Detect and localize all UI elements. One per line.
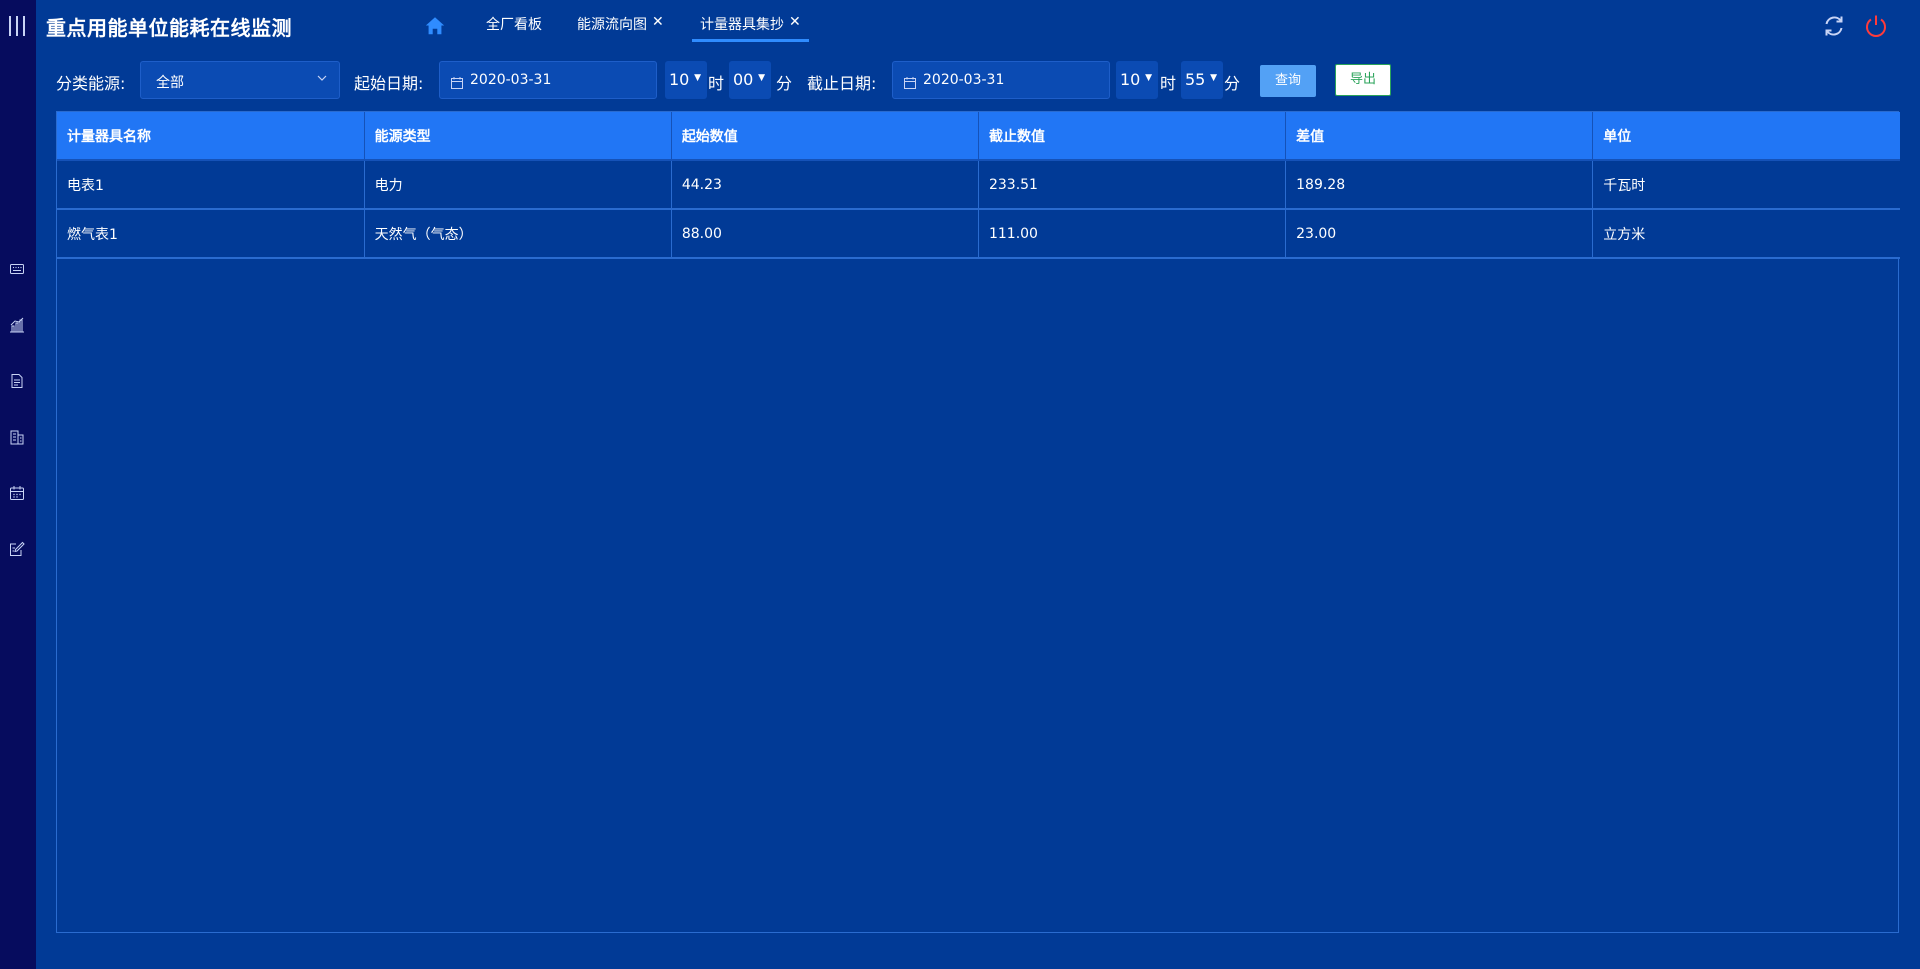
- caret-down-icon: ▼: [1210, 73, 1217, 83]
- caret-down-icon: ▼: [758, 73, 765, 83]
- bar-chart-icon[interactable]: [9, 317, 25, 333]
- table-cell: 立方米: [1592, 209, 1900, 259]
- end-hour-select[interactable]: 10 ▼: [1116, 61, 1158, 99]
- tab-label: 能源流向图: [577, 17, 647, 33]
- query-button[interactable]: 查询: [1260, 65, 1316, 97]
- hour-unit-label: 时: [708, 74, 725, 93]
- table-cell: 电力: [364, 160, 672, 210]
- refresh-icon[interactable]: [1822, 14, 1846, 38]
- end-minute-value: 55: [1185, 70, 1206, 89]
- column-header[interactable]: 单位: [1592, 112, 1900, 161]
- column-header[interactable]: 计量器具名称: [57, 112, 365, 161]
- start-date-value: 2020-03-31: [470, 72, 552, 88]
- document-icon[interactable]: [9, 373, 25, 389]
- category-label: 分类能源:: [56, 74, 126, 93]
- start-minute-select[interactable]: 00 ▼: [729, 61, 771, 99]
- building-icon[interactable]: [9, 429, 25, 445]
- sidebar: [0, 0, 36, 969]
- tab-meter-reading[interactable]: 计量器具集抄 ✕: [692, 14, 809, 42]
- keyboard-icon[interactable]: [9, 261, 25, 277]
- table-header-row: 计量器具名称 能源类型 起始数值 截止数值 差值 单位: [57, 112, 1900, 161]
- table-cell: 天然气（气态）: [364, 209, 672, 259]
- calendar-icon: [451, 74, 463, 89]
- column-header[interactable]: 能源类型: [364, 112, 672, 161]
- caret-down-icon: ▼: [1145, 73, 1152, 83]
- hour-unit-label: 时: [1160, 74, 1177, 93]
- end-date-value: 2020-03-31: [923, 72, 1005, 88]
- chevron-down-icon: [315, 70, 329, 84]
- start-hour-select[interactable]: 10 ▼: [665, 61, 707, 99]
- column-header[interactable]: 差值: [1285, 112, 1594, 161]
- table-cell: 燃气表1: [57, 209, 365, 259]
- table-cell: 44.23: [671, 160, 979, 210]
- table-cell: 233.51: [978, 160, 1287, 210]
- calendar-icon: [904, 74, 916, 89]
- end-date-picker[interactable]: 2020-03-31: [892, 61, 1110, 99]
- close-icon[interactable]: ✕: [652, 14, 664, 30]
- calendar-icon[interactable]: [9, 485, 25, 501]
- tab-energy-flow[interactable]: 能源流向图 ✕: [577, 14, 664, 44]
- caret-down-icon: ▼: [694, 73, 701, 83]
- menu-toggle-icon[interactable]: [9, 16, 25, 36]
- category-value: 全部: [156, 75, 184, 91]
- end-minute-select[interactable]: 55 ▼: [1181, 61, 1223, 99]
- app-title: 重点用能单位能耗在线监测: [46, 16, 292, 40]
- power-icon[interactable]: [1864, 14, 1888, 38]
- category-select[interactable]: 全部: [140, 61, 340, 99]
- column-header[interactable]: 截止数值: [978, 112, 1287, 161]
- export-button[interactable]: 导出: [1335, 64, 1391, 96]
- tab-label: 全厂看板: [486, 17, 542, 33]
- minute-unit-label: 分: [1224, 74, 1241, 93]
- end-hour-value: 10: [1120, 70, 1141, 89]
- table-cell: 千瓦时: [1592, 160, 1900, 210]
- table-row[interactable]: 燃气表1 天然气（气态） 88.00 111.00 23.00 立方米: [57, 209, 1900, 259]
- table-cell: 111.00: [978, 209, 1287, 259]
- start-minute-value: 00: [733, 70, 754, 89]
- start-date-label: 起始日期:: [354, 74, 424, 93]
- header: 重点用能单位能耗在线监测 全厂看板 能源流向图 ✕ 计量器具集抄 ✕: [36, 0, 1920, 50]
- table-cell: 电表1: [57, 160, 365, 210]
- meter-table: 计量器具名称 能源类型 起始数值 截止数值 差值 单位 电表1 电力 44.23…: [56, 111, 1900, 933]
- meter-table-grid: 计量器具名称 能源类型 起始数值 截止数值 差值 单位 电表1 电力 44.23…: [57, 112, 1900, 259]
- start-date-picker[interactable]: 2020-03-31: [439, 61, 657, 99]
- tab-dashboard[interactable]: 全厂看板: [486, 14, 542, 44]
- home-icon[interactable]: [424, 15, 446, 37]
- table-cell: 23.00: [1285, 209, 1594, 259]
- edit-icon[interactable]: [9, 541, 25, 557]
- table-row[interactable]: 电表1 电力 44.23 233.51 189.28 千瓦时: [57, 160, 1900, 210]
- table-cell: 189.28: [1285, 160, 1594, 210]
- table-cell: 88.00: [671, 209, 979, 259]
- end-date-label: 截止日期:: [807, 74, 877, 93]
- minute-unit-label: 分: [776, 74, 793, 93]
- tab-label: 计量器具集抄: [700, 17, 784, 33]
- start-hour-value: 10: [669, 70, 690, 89]
- column-header[interactable]: 起始数值: [671, 112, 979, 161]
- close-icon[interactable]: ✕: [789, 14, 801, 30]
